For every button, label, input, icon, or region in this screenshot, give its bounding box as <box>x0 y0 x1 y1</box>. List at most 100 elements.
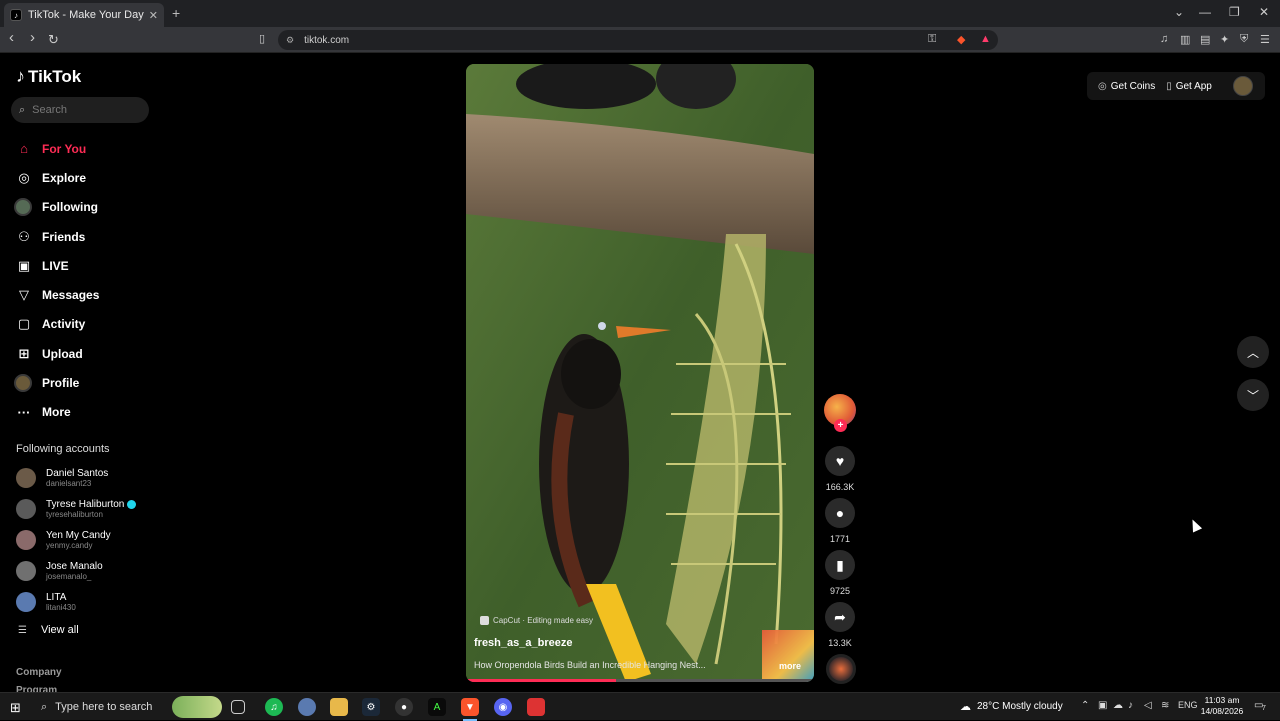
reload-button[interactable]: ↻ <box>48 32 59 48</box>
video-player[interactable]: CapCut · Editing made easy fresh_as_a_br… <box>466 64 814 682</box>
minimize-button[interactable]: — <box>1199 5 1211 19</box>
get-coins-button[interactable]: ◎ Get Coins <box>1098 81 1155 92</box>
follow-button[interactable]: + <box>834 419 847 432</box>
obs-icon[interactable]: ● <box>395 698 413 716</box>
steam-icon[interactable]: ⚙ <box>362 698 380 716</box>
search-highlight-image <box>172 696 222 718</box>
key-icon[interactable]: ⚿ <box>928 33 936 46</box>
share-button[interactable]: ➦ 13.3K <box>824 602 856 648</box>
sidebar-item-friends[interactable]: ⚇ Friends <box>14 222 154 251</box>
list-item[interactable]: Daniel Santos danielsant23 <box>16 463 156 494</box>
avatar <box>16 499 36 520</box>
tiktok-logo[interactable]: ♪ TikTok <box>16 66 81 87</box>
sidebar-item-activity[interactable]: ▢ Activity <box>14 310 154 339</box>
video-username[interactable]: fresh_as_a_breeze <box>474 637 572 649</box>
sound-disc[interactable] <box>826 654 856 684</box>
tab-title: TikTok - Make Your Day <box>28 9 144 21</box>
browser-tab-strip: ♪ TikTok - Make Your Day ✕ + ⌄ — ❐ ✕ <box>0 0 1280 27</box>
home-icon: ⌂ <box>20 141 28 157</box>
menu-icon[interactable]: ☰ <box>1260 33 1270 46</box>
capcut-icon <box>480 616 489 625</box>
brave-shield-icon[interactable]: ◆ <box>957 33 965 46</box>
close-window-button[interactable]: ✕ <box>1259 5 1269 19</box>
leo-icon[interactable]: ✦ <box>1220 33 1229 46</box>
bookmark-icon: ▮ <box>825 550 855 580</box>
user-avatar[interactable] <box>1233 76 1253 96</box>
account-name: Jose Manalo <box>46 560 103 572</box>
sidebar-item-label: Upload <box>42 346 83 361</box>
sidebar-item-upload[interactable]: ⊞ Upload <box>14 339 154 368</box>
wifi-icon[interactable]: ≋ <box>1161 700 1169 711</box>
account-username: danielsant23 <box>46 479 92 489</box>
browser-tab[interactable]: ♪ TikTok - Make Your Day ✕ <box>4 3 164 27</box>
comment-icon: ● <box>825 498 855 528</box>
microphone-icon[interactable]: ♪ <box>1128 700 1133 711</box>
view-all-link[interactable]: ☰ View all <box>18 624 79 636</box>
language-indicator[interactable]: ENG <box>1178 700 1198 710</box>
list-item[interactable]: Tyrese Haliburton tyresehaliburton <box>16 494 156 525</box>
sidebar-menu: ⌂ For You ◎ Explore Following ⚇ Friends … <box>14 134 154 427</box>
company-link[interactable]: Company <box>16 667 62 678</box>
maximize-button[interactable]: ❐ <box>1229 5 1240 19</box>
forward-button[interactable]: › <box>30 29 35 46</box>
like-button[interactable]: ♥ 166.3K <box>824 446 856 492</box>
file-explorer-icon[interactable] <box>330 698 348 716</box>
search-icon: ⌕ <box>19 103 26 116</box>
discord-icon[interactable]: ◉ <box>494 698 512 716</box>
top-right-bar: ◎ Get Coins ▯ Get App <box>1087 72 1265 100</box>
media-icon[interactable]: ♫ <box>1160 33 1168 45</box>
music-thumbnail[interactable] <box>762 630 814 682</box>
brave-browser-icon[interactable]: ▼ <box>461 698 479 716</box>
wallet-icon[interactable]: ▤ <box>1200 33 1210 46</box>
sidebar-icon[interactable]: ▥ <box>1180 33 1190 46</box>
back-button[interactable]: ‹ <box>9 29 14 46</box>
comment-button[interactable]: ● 1771 <box>824 498 856 544</box>
chevron-up-icon[interactable]: ⌃ <box>1081 700 1089 711</box>
get-app-button[interactable]: ▯ Get App <box>1166 81 1212 92</box>
next-video-button[interactable]: ﹀ <box>1237 379 1269 411</box>
list-item[interactable]: Jose Manalo josemanalo_ <box>16 555 156 586</box>
tiktok-favicon-icon: ♪ <box>10 9 22 21</box>
search-input[interactable]: ⌕ Search <box>11 97 149 123</box>
terminal-icon[interactable]: A <box>428 698 446 716</box>
tab-search-icon[interactable]: ⌄ <box>1174 5 1184 19</box>
site-info-icon[interactable]: ⚙ <box>286 35 294 46</box>
windows-start-icon[interactable]: ⊞ <box>10 700 21 716</box>
ellipsis-icon: ··· <box>17 404 31 420</box>
sidebar-item-more[interactable]: ··· More <box>14 398 154 427</box>
app-red-icon[interactable] <box>527 698 545 716</box>
sidebar-item-explore[interactable]: ◎ Explore <box>14 163 154 192</box>
clock-time: 11:03 am <box>1204 695 1240 705</box>
url-bar[interactable]: ⚙ tiktok.com <box>278 30 998 50</box>
capcut-badge[interactable]: CapCut · Editing made easy <box>480 616 593 625</box>
network-tray-icon[interactable]: ☁ <box>1113 700 1123 711</box>
new-tab-button[interactable]: + <box>172 5 180 21</box>
volume-icon[interactable]: ◁ <box>1144 700 1152 711</box>
list-item[interactable]: LITA litani430 <box>16 586 156 617</box>
sidebar-item-live[interactable]: ▣ LIVE <box>14 251 154 280</box>
sidebar-item-profile[interactable]: Profile <box>14 368 154 397</box>
tab-close-icon[interactable]: ✕ <box>149 9 158 22</box>
sidebar-item-messages[interactable]: ▽ Messages <box>14 280 154 309</box>
save-button[interactable]: ▮ 9725 <box>824 550 856 596</box>
sidebar-item-following[interactable]: Following <box>14 193 154 222</box>
app-icon[interactable] <box>298 698 316 716</box>
bookmark-icon[interactable]: ▯ <box>259 32 265 45</box>
account-username: litani430 <box>46 602 76 612</box>
cloud-icon: ☁ <box>960 701 971 713</box>
previous-video-button[interactable]: ︿ <box>1237 336 1269 368</box>
vpn-icon[interactable]: ⛨ <box>1240 33 1248 46</box>
share-icon: ➦ <box>825 602 855 632</box>
list-item[interactable]: Yen My Candy yenmy.candy <box>16 525 156 556</box>
brave-rewards-icon[interactable]: ▲ <box>980 33 991 45</box>
weather-widget[interactable]: ☁ 28°C Mostly cloudy <box>960 700 1063 713</box>
sidebar-item-for-you[interactable]: ⌂ For You <box>14 134 154 163</box>
spotify-icon[interactable]: ♫ <box>265 698 283 716</box>
app-tray-icon[interactable]: ▣ <box>1098 700 1107 711</box>
video-progress-bar[interactable] <box>466 679 814 682</box>
more-button[interactable]: more <box>779 661 801 671</box>
search-placeholder: Search <box>32 104 68 116</box>
taskbar-clock[interactable]: 11:03 am 14/08/2026 <box>1199 695 1245 717</box>
account-username: yenmy.candy <box>46 540 93 550</box>
task-view-icon[interactable] <box>231 700 245 714</box>
